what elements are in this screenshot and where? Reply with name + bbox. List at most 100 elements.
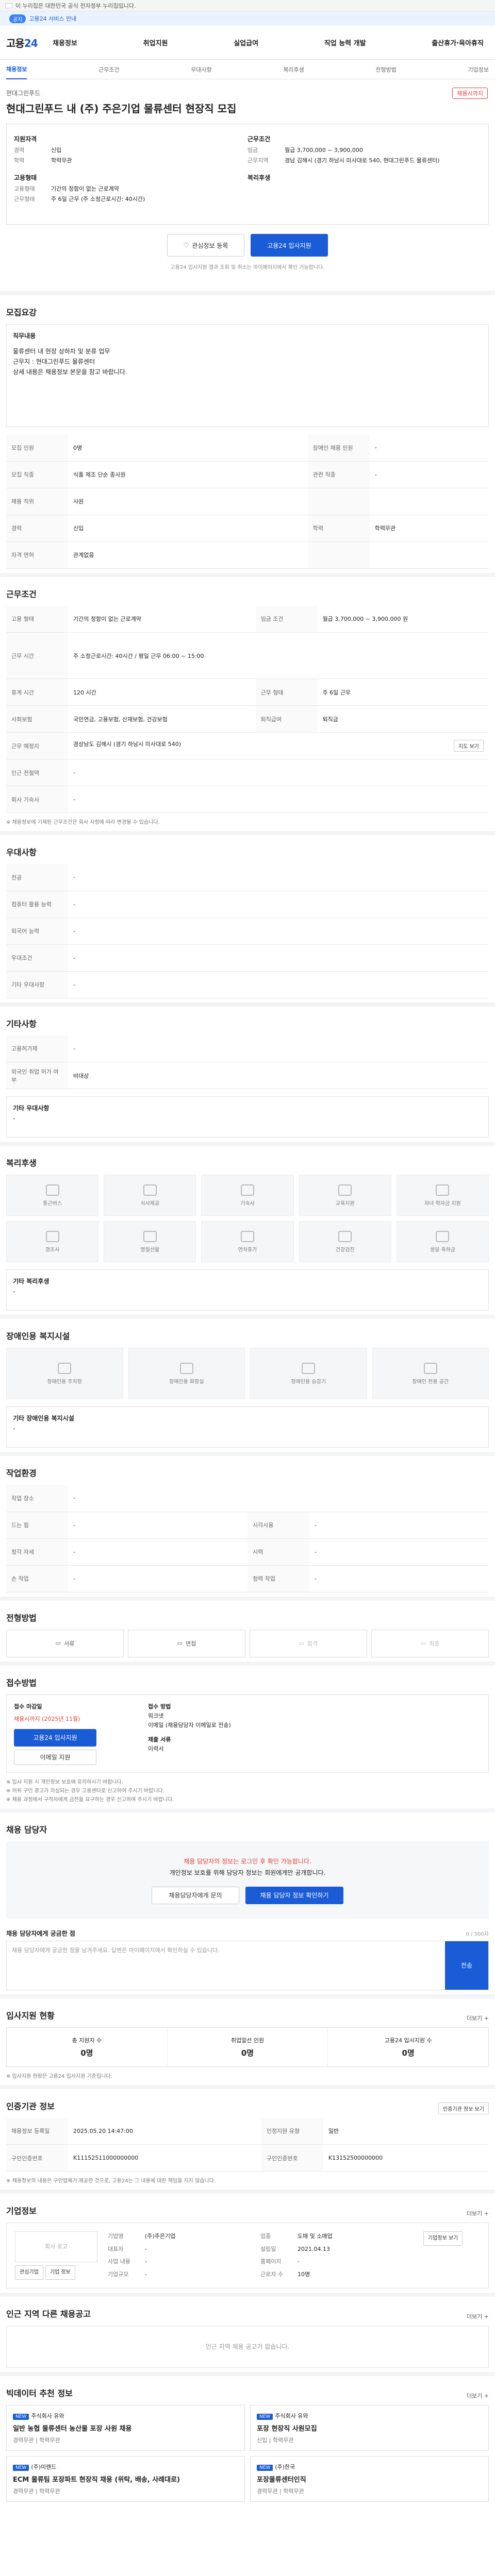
qna-title: 채용 담당자에게 궁금한 점 — [6, 1929, 75, 1937]
table-row: 우대조건 - — [6, 944, 489, 972]
cell-value: 관계없음 — [68, 541, 308, 569]
tab-welfare[interactable]: 복리후생 — [283, 65, 304, 74]
status-more-link[interactable]: 더보기 + — [467, 2014, 489, 2022]
company-info-button[interactable]: 기업 정보 — [45, 2265, 75, 2280]
summary-value: 주 6일 근무 (주 소정근로시간: 40시간) — [51, 196, 145, 202]
detail-key: 대표자 — [108, 2245, 124, 2252]
qna-head: 채용 담당자에게 궁금한 점 0 / 500자 — [6, 1929, 489, 1938]
cell-key: 외국어 능력 — [6, 918, 68, 945]
selection-step: ▭ 최종 — [371, 1629, 489, 1657]
table-row: 인근 전철역 - — [6, 759, 489, 786]
scrap-button[interactable]: ♡ 관심정보 등록 — [167, 234, 244, 257]
nav-item-leave[interactable]: 출산휴가·육아휴직 — [432, 38, 484, 47]
stat-value: 0명 — [80, 2048, 93, 2058]
contact-actions: 채용담당자에게 문의 채용 담당자 정보 확인하기 — [21, 1886, 474, 1904]
table-row: 채용 직위 사원 — [6, 488, 489, 515]
info-button[interactable]: 인증기관 정보 보기 — [438, 2103, 489, 2114]
nav-item-unemployment[interactable]: 실업급여 — [234, 38, 258, 47]
job-card[interactable]: NEW 주식회사 유와 포장 현장직 사원모집 신입 | 학력무관 — [250, 2405, 489, 2451]
cell-key: 임금 조건 — [255, 605, 318, 633]
cell-key: 모집 인원 — [6, 434, 68, 462]
method-item: 이메일 (채용담당자 이메일로 전송) — [148, 1721, 231, 1728]
qna-textarea[interactable]: 채용 담당자에게 궁금한 점을 남겨주세요. 답변은 마이페이지에서 확인하실 … — [7, 1941, 445, 1990]
summary-left-title: 지원자격 — [14, 135, 37, 143]
map-button[interactable]: 지도 보기 — [454, 740, 484, 752]
table-row: 고용 형태 기간의 정함이 없는 근로계약 임금 조건 월급 3,700,000 ~ … — [6, 605, 489, 633]
status-section: 입사지원 현황 더보기 + 총 지원자 수 0명 취업알선 인원 0명 고용24 입… — [0, 1994, 495, 2085]
ai-more-link[interactable]: 더보기 + — [467, 2392, 489, 2400]
health-icon — [338, 1230, 352, 1242]
email-apply-button[interactable]: 이메일 지원 — [14, 1749, 96, 1765]
summary-left-title2: 고용형태 — [14, 174, 37, 181]
cell-value: - — [68, 891, 489, 918]
tab-recruit[interactable]: 채용정보 — [6, 65, 27, 79]
apply-button[interactable]: 고용24 입사지원 — [251, 234, 328, 257]
logo-number: 24 — [24, 37, 38, 49]
table-row: 작업 장소 - — [6, 1485, 489, 1512]
company-view-button[interactable]: 기업정보 보기 — [423, 2231, 463, 2246]
tab-company[interactable]: 기업정보 — [468, 65, 488, 74]
company-name[interactable]: 현대그린푸드 — [6, 89, 489, 97]
section-title: 채용 담당자 — [6, 1824, 47, 1835]
detail-value: 2021.04.13 — [298, 2245, 330, 2252]
welfare-tile: 자녀 학자금 지원 — [396, 1175, 489, 1216]
section-title: 근무조건 — [6, 589, 37, 599]
card-meta: 경력무관 | 학력무관 — [257, 2488, 304, 2495]
table-row: 근무 시간 주 소정근로시간: 40시간 / 평일 근무 06:00 ~ 15:0… — [6, 632, 489, 679]
contact-info-button[interactable]: 채용 담당자 정보 확인하기 — [245, 1886, 343, 1904]
disabled-tile: 장애인용 화장실 — [128, 1348, 245, 1399]
detail-key: 홈페이지 — [260, 2258, 282, 2265]
vacation-icon — [240, 1230, 254, 1242]
main-nav: 채용정보 취업지원 실업급여 직업 능력 개발 출산휴가·육아휴직 — [53, 38, 489, 47]
method-item: 워크넷 — [148, 1712, 164, 1719]
cell-value: 학력무관 — [369, 515, 489, 542]
fav-company-button[interactable]: 관심기업 — [15, 2265, 43, 2280]
tile-label: 기숙사 — [240, 1200, 255, 1207]
job-card[interactable]: NEW (주)이랜드 ECM 물류팀 포장파트 현장직 채용 (위탁, 배송, 사례… — [6, 2456, 245, 2502]
contact-line: 채용 담당자의 정보는 로그인 후 확인 가능합니다. — [184, 1857, 311, 1865]
table-row: 사회보험 국민연금, 고용보험, 산재보험, 건강보험 퇴직급여 퇴직금 — [6, 705, 489, 733]
summary-key: 경력 — [14, 147, 25, 154]
nav-item-training[interactable]: 직업 능력 개발 — [324, 38, 366, 47]
etc-other-value: - — [13, 1115, 15, 1122]
contact-inquiry-button[interactable]: 채용담당자에게 문의 — [152, 1886, 239, 1904]
job-card[interactable]: NEW (주)한국 포장물류센터인직 경력무관 | 학력무관 — [250, 2456, 489, 2502]
nav-item-employment-support[interactable]: 취업지원 — [143, 38, 168, 47]
doc-value: 이력서 — [148, 1745, 164, 1752]
qna-send-button[interactable]: 전송 — [445, 1941, 488, 1990]
site-logo[interactable]: 고용24 — [6, 35, 53, 50]
notice-bar[interactable]: 공지 고용24 서비스 안내 — [0, 11, 495, 26]
step-label: 합격 — [307, 1640, 318, 1647]
method-title: 접수 방법 — [148, 1703, 171, 1710]
cell-key: 채용 직위 — [6, 488, 68, 515]
nav-item-jobs[interactable]: 채용정보 — [53, 38, 77, 47]
status-stats: 총 지원자 수 0명 취업알선 인원 0명 고용24 입사지원 수 0명 — [6, 2027, 489, 2067]
cell-value — [369, 488, 489, 515]
stat-value: 0명 — [241, 2048, 254, 2058]
summary-key: 근무지역 — [248, 157, 269, 164]
status-badge: 채용시까지 — [452, 88, 488, 99]
similar-empty: 인근 지역 채용 공고가 없습니다. — [6, 2326, 489, 2368]
tile-label: 생일 축하금 — [430, 1247, 455, 1253]
conditions-table: 고용 형태 기간의 정함이 없는 근로계약 임금 조건 월급 3,700,000 ~ … — [6, 605, 489, 813]
similar-section: 인근 지역 다른 채용공고 더보기 + 인근 지역 채용 공고가 없습니다. — [0, 2293, 495, 2372]
job-title: 현대그린푸드 내 (주) 주은기업 물류센터 현장직 모집 — [6, 103, 237, 115]
tile-label: 연차휴가 — [238, 1247, 257, 1253]
tab-conditions[interactable]: 근무조건 — [98, 65, 119, 74]
cell-key: 드는 힘 — [6, 1512, 68, 1539]
cell-key: 관련 직종 — [307, 461, 370, 488]
description-line: 상세 내용은 채용정보 본문을 참고 바랍니다. — [13, 368, 127, 376]
tab-selection[interactable]: 전형방법 — [375, 65, 396, 74]
tile-label: 장애인 전용 공간 — [412, 1379, 449, 1385]
job-card[interactable]: NEW 주식회사 유와 일반 농협 물류센터 농산물 포장 사원 채용 경력무관 | … — [6, 2405, 245, 2451]
stat-item: 총 지원자 수 0명 — [7, 2027, 168, 2066]
cell-value: - — [369, 461, 489, 488]
apply-box-button[interactable]: 고용24 입사지원 — [14, 1728, 96, 1747]
tab-prefer[interactable]: 우대사항 — [191, 65, 211, 74]
cell-value: - — [68, 1565, 248, 1592]
detail-key: 설립일 — [260, 2245, 276, 2252]
contact-line: 개인정보 보호를 위해 담당자 정보는 회원에게만 공개합니다. — [169, 1869, 326, 1876]
card-company: (주)한국 — [275, 2464, 295, 2470]
similar-more-link[interactable]: 더보기 + — [467, 2312, 489, 2320]
company-more-link[interactable]: 더보기 + — [467, 2209, 489, 2217]
